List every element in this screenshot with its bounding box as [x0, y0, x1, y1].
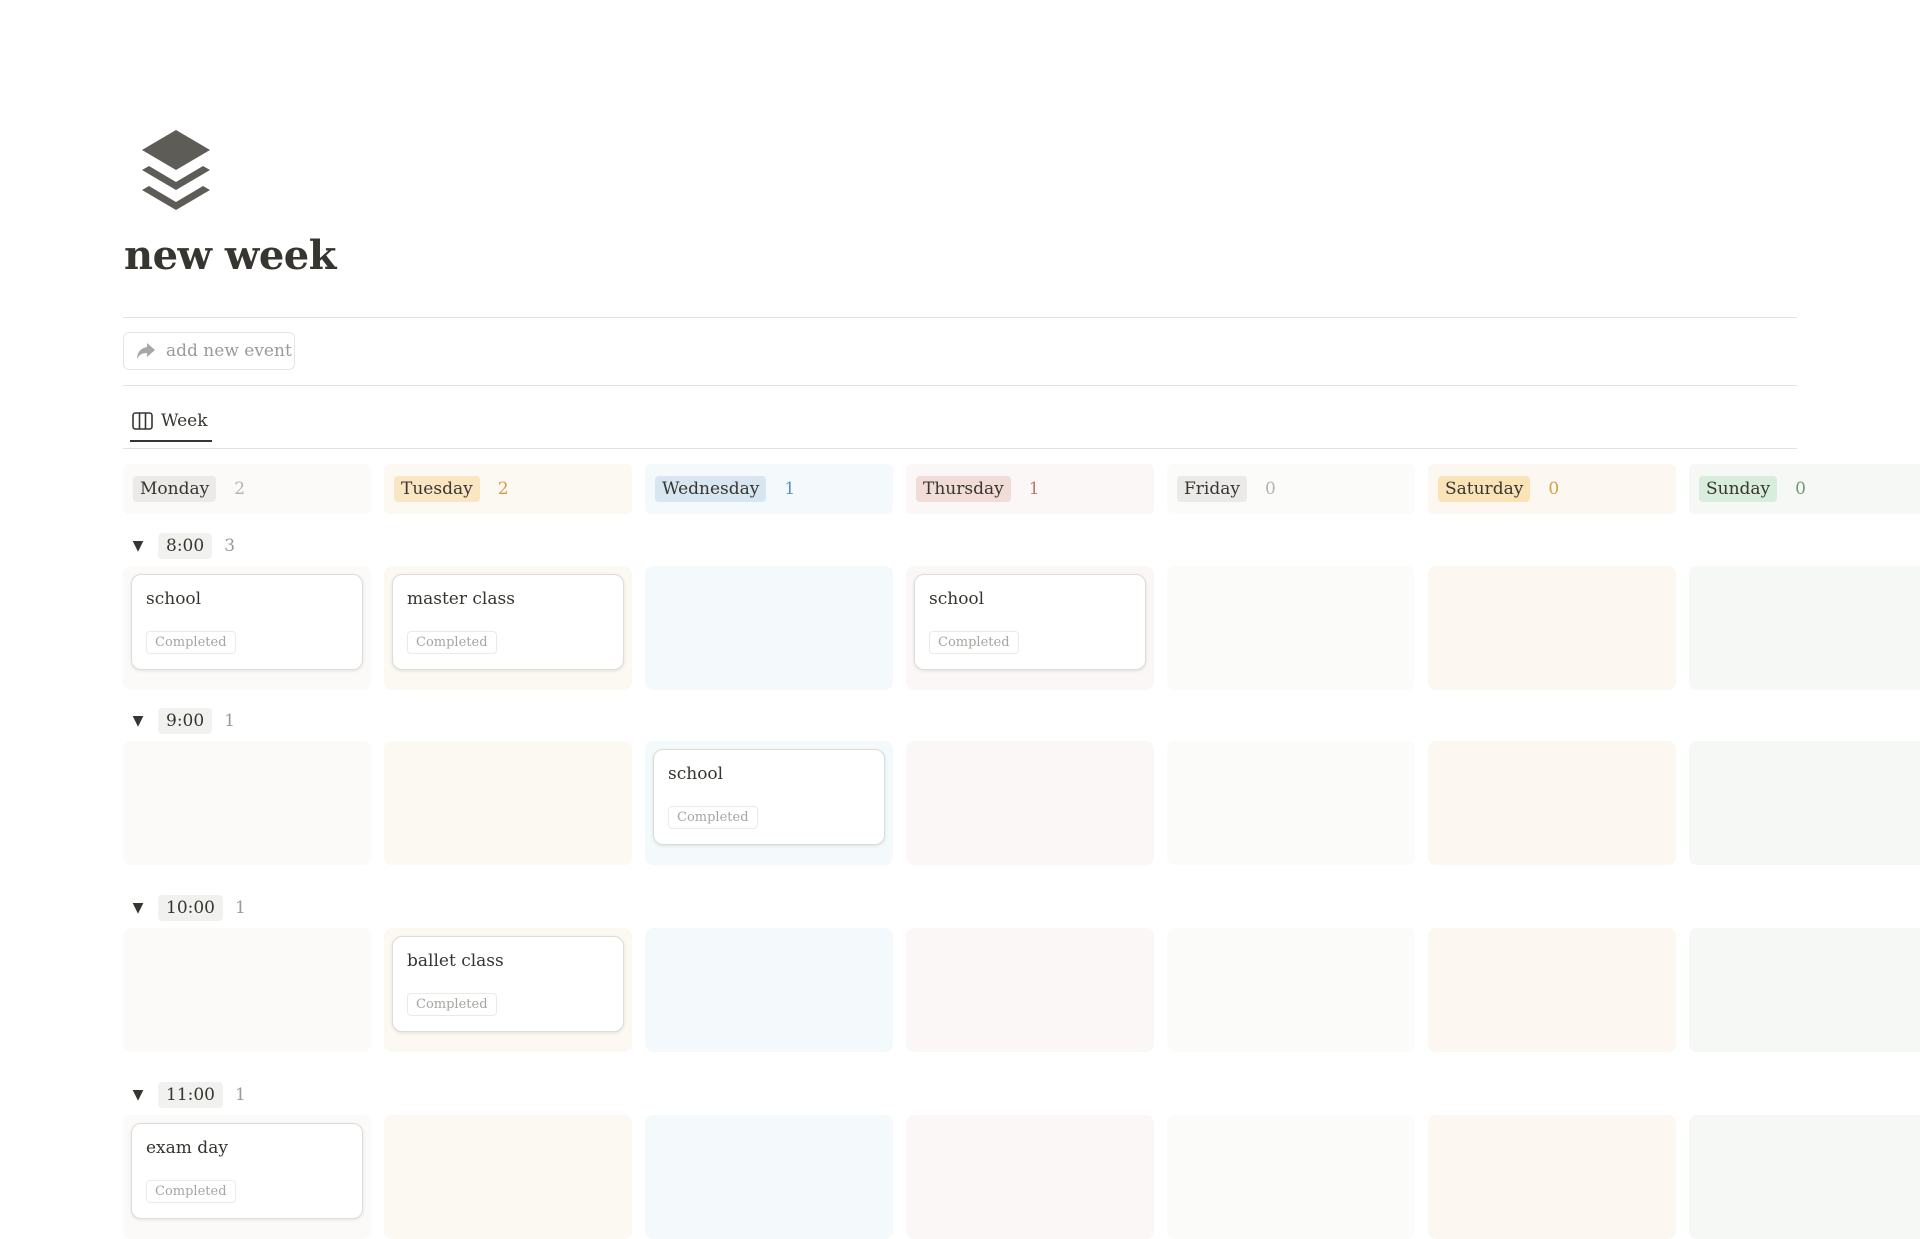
board-cell[interactable]: [1167, 928, 1415, 1052]
add-new-event-button[interactable]: add new event: [123, 332, 295, 370]
collapse-triangle-icon[interactable]: ▼: [130, 1087, 146, 1103]
day-label: Friday: [1177, 476, 1247, 502]
stack-layers-icon[interactable]: [142, 130, 210, 214]
group-count: 1: [224, 711, 236, 731]
board-cell[interactable]: [1428, 566, 1676, 690]
event-card[interactable]: master class Completed: [392, 574, 624, 670]
event-card[interactable]: school Completed: [653, 749, 885, 845]
board-cell[interactable]: [1428, 1115, 1676, 1239]
day-label: Thursday: [916, 476, 1011, 502]
board-cell[interactable]: ballet class Completed: [384, 928, 632, 1052]
status-badge: Completed: [146, 1180, 236, 1203]
collapse-triangle-icon[interactable]: ▼: [130, 713, 146, 729]
group-time: 10:00: [158, 895, 223, 921]
board-cell[interactable]: [906, 1115, 1154, 1239]
share-arrow-icon: [137, 343, 155, 359]
board-cell[interactable]: [906, 741, 1154, 865]
group-header-800[interactable]: ▼ 8:00 3: [130, 532, 235, 560]
board-cell[interactable]: [645, 1115, 893, 1239]
board-cell[interactable]: [1689, 1115, 1920, 1239]
column-header-monday[interactable]: Monday 2: [123, 464, 371, 514]
group-time: 9:00: [158, 708, 213, 734]
status-badge: Completed: [407, 631, 497, 654]
group-time: 11:00: [158, 1082, 223, 1108]
board-cell[interactable]: [384, 741, 632, 865]
board-cell[interactable]: [1689, 928, 1920, 1052]
event-card[interactable]: school Completed: [914, 574, 1146, 670]
day-count: 0: [1795, 479, 1806, 499]
status-badge: Completed: [929, 631, 1019, 654]
status-badge: Completed: [668, 806, 758, 829]
event-card[interactable]: ballet class Completed: [392, 936, 624, 1032]
tab-week[interactable]: Week: [132, 410, 208, 432]
status-badge: Completed: [407, 993, 497, 1016]
day-label: Tuesday: [394, 476, 480, 502]
group-count: 1: [235, 898, 246, 918]
board-cell[interactable]: [384, 1115, 632, 1239]
group-count: 1: [235, 1085, 246, 1105]
board-cell[interactable]: school Completed: [906, 566, 1154, 690]
event-title: exam day: [146, 1138, 228, 1158]
board-cell[interactable]: [123, 741, 371, 865]
column-header-friday[interactable]: Friday 0: [1167, 464, 1415, 514]
day-count: 1: [1028, 479, 1040, 499]
day-label: Saturday: [1438, 476, 1531, 502]
board-cell[interactable]: [1428, 741, 1676, 865]
board-cell[interactable]: school Completed: [123, 566, 371, 690]
divider-top: [123, 317, 1797, 318]
group-header-1100[interactable]: ▼ 11:00 1: [130, 1081, 246, 1109]
board-cell[interactable]: [1428, 928, 1676, 1052]
event-title: master class: [407, 589, 515, 609]
board-cell[interactable]: [1167, 566, 1415, 690]
group-time: 8:00: [158, 533, 213, 559]
event-title: school: [929, 589, 985, 609]
day-label: Monday: [133, 476, 217, 502]
column-header-thursday[interactable]: Thursday 1: [906, 464, 1154, 514]
event-card[interactable]: exam day Completed: [131, 1123, 363, 1219]
page-title: new week: [124, 232, 336, 279]
board-cell[interactable]: exam day Completed: [123, 1115, 371, 1239]
board-cell[interactable]: [1689, 741, 1920, 865]
column-header-wednesday[interactable]: Wednesday 1: [645, 464, 893, 514]
column-header-tuesday[interactable]: Tuesday 2: [384, 464, 632, 514]
add-new-event-label: add new event: [166, 341, 292, 361]
board-cell[interactable]: [906, 928, 1154, 1052]
day-label: Wednesday: [655, 476, 767, 502]
event-title: school: [146, 589, 202, 609]
group-header-1000[interactable]: ▼ 10:00 1: [130, 894, 246, 922]
board-cell[interactable]: master class Completed: [384, 566, 632, 690]
collapse-triangle-icon[interactable]: ▼: [130, 900, 146, 916]
board-columns-icon: [132, 412, 153, 430]
board-cell[interactable]: [1689, 566, 1920, 690]
day-count: 2: [234, 479, 246, 499]
tab-week-label: Week: [161, 411, 208, 431]
event-title: ballet class: [407, 951, 504, 971]
day-count: 2: [497, 479, 509, 499]
board-cell[interactable]: school Completed: [645, 741, 893, 865]
column-header-saturday[interactable]: Saturday 0: [1428, 464, 1676, 514]
divider-view: [123, 448, 1797, 449]
board-cell[interactable]: [123, 928, 371, 1052]
board-cell[interactable]: [1167, 741, 1415, 865]
day-count: 0: [1264, 479, 1276, 499]
group-count: 3: [224, 536, 236, 556]
board-cell[interactable]: [1167, 1115, 1415, 1239]
day-count: 0: [1548, 479, 1560, 499]
event-card[interactable]: school Completed: [131, 574, 363, 670]
day-count: 1: [784, 479, 796, 499]
column-header-sunday[interactable]: Sunday 0: [1689, 464, 1920, 514]
status-badge: Completed: [146, 631, 236, 654]
board-cell[interactable]: [645, 928, 893, 1052]
divider-middle: [123, 385, 1797, 386]
day-label: Sunday: [1699, 476, 1778, 502]
board-cell[interactable]: [645, 566, 893, 690]
active-tab-indicator: [130, 440, 212, 442]
event-title: school: [668, 764, 724, 784]
collapse-triangle-icon[interactable]: ▼: [130, 538, 146, 554]
group-header-900[interactable]: ▼ 9:00 1: [130, 707, 235, 735]
